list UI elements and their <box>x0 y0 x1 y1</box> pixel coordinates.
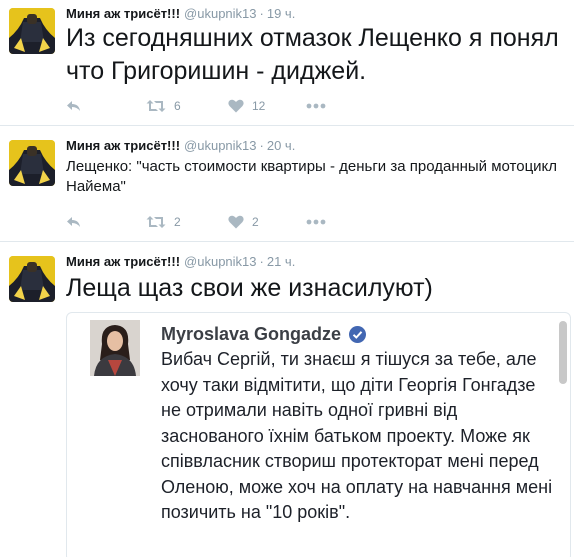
more-button[interactable] <box>306 212 326 232</box>
heart-icon <box>228 215 244 229</box>
embedded-screenshot[interactable]: Myroslava Gongadze Вибач Сергій, ти знає… <box>66 312 571 557</box>
avatar[interactable] <box>9 8 55 54</box>
avatar[interactable] <box>9 256 55 302</box>
retweet-count: 6 <box>174 99 181 113</box>
author-handle[interactable]: @ukupnik13 <box>184 138 256 153</box>
tweet-header: Миня аж трисёт!!! @ukupnik13 · 21 ч. <box>66 254 295 269</box>
more-button[interactable] <box>306 96 326 116</box>
avatar-image <box>9 256 55 302</box>
separator-dot: · <box>259 254 264 269</box>
avatar-image <box>9 140 55 186</box>
scrollbar[interactable] <box>559 321 567 384</box>
tweet-header: Миня аж трисёт!!! @ukupnik13 · 19 ч. <box>66 6 295 21</box>
author-name[interactable]: Миня аж трисёт!!! <box>66 138 180 153</box>
reply-icon <box>67 217 80 227</box>
tweet-header: Миня аж трисёт!!! @ukupnik13 · 20 ч. <box>66 138 295 153</box>
post-author-name: Myroslava Gongadze <box>161 324 342 344</box>
post-author: Myroslava Gongadze <box>161 324 367 345</box>
like-button[interactable]: 2 <box>228 212 259 232</box>
profile-photo-image <box>90 320 140 376</box>
retweet-count: 2 <box>174 215 181 229</box>
like-count: 2 <box>252 215 259 229</box>
more-icon <box>306 103 326 109</box>
more-icon <box>306 219 326 225</box>
reply-icon <box>67 101 80 111</box>
retweet-icon <box>146 216 166 228</box>
author-handle[interactable]: @ukupnik13 <box>184 6 256 21</box>
avatar-image <box>9 8 55 54</box>
tweet-2[interactable]: Миня аж трисёт!!! @ukupnik13 · 20 ч. Лещенк… <box>0 126 574 242</box>
author-name[interactable]: Миня аж трисёт!!! <box>66 254 180 269</box>
avatar[interactable] <box>9 140 55 186</box>
tweet-1[interactable]: Миня аж трисёт!!! @ukupnik13 · 19 ч. Из сег… <box>0 0 574 126</box>
like-button[interactable]: 12 <box>228 96 265 116</box>
retweet-button[interactable]: 6 <box>146 96 181 116</box>
author-handle[interactable]: @ukupnik13 <box>184 254 256 269</box>
tweet-3[interactable]: Миня аж трисёт!!! @ukupnik13 · 21 ч. Леща щ… <box>0 242 574 557</box>
like-count: 12 <box>252 99 266 113</box>
separator-dot: · <box>259 138 264 153</box>
tweet-timestamp[interactable]: 19 ч. <box>267 6 295 21</box>
reply-button[interactable] <box>66 96 82 116</box>
tweet-text: Лещенко: "часть стоимости квартиры - ден… <box>66 158 558 195</box>
verified-badge-icon <box>349 326 367 343</box>
separator-dot: · <box>259 6 264 21</box>
tweet-timestamp[interactable]: 21 ч. <box>267 254 295 269</box>
retweet-button[interactable]: 2 <box>146 212 181 232</box>
tweet-text: Из сегодняшних отмазок Лещенко я понял ч… <box>66 24 559 85</box>
tweet-actions: 2 2 <box>66 212 366 232</box>
tweet-text: Леща щаз свои же изнасилуют) <box>66 274 433 302</box>
profile-photo <box>90 320 140 376</box>
tweet-timestamp[interactable]: 20 ч. <box>267 138 295 153</box>
author-name[interactable]: Миня аж трисёт!!! <box>66 6 180 21</box>
reply-button[interactable] <box>66 212 82 232</box>
tweet-actions: 6 12 <box>66 96 366 116</box>
post-text: Вибач Сергій, ти знаєш я тішуся за тебе,… <box>161 349 553 522</box>
heart-icon <box>228 99 244 113</box>
retweet-icon <box>146 100 166 112</box>
